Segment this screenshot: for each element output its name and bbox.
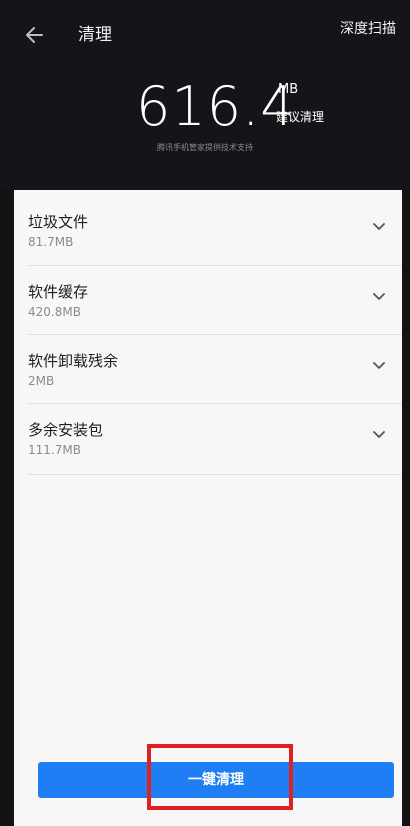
divider <box>28 474 402 475</box>
right-bezel <box>402 190 410 826</box>
page-title: 清理 <box>78 25 112 45</box>
suggest-clean-label: 建议清理 <box>276 110 325 124</box>
provider-credit: 腾讯手机管家提供技术支持 <box>157 143 253 152</box>
header: 清理 深度扫描 616.4 MB 建议清理 腾讯手机管家提供技术支持 <box>0 0 410 190</box>
chevron-down-icon[interactable] <box>372 430 386 440</box>
list-item-title: 多余安装包 <box>28 421 104 439</box>
junk-size-summary: 616.4 MB 建议清理 <box>0 76 410 146</box>
junk-list: 垃圾文件 81.7MB 软件缓存 420.8MB 软件卸载残余 2MB 多余安装… <box>14 190 402 826</box>
list-item-size: 111.7MB <box>28 443 81 457</box>
list-item-uninstall-residue[interactable]: 软件卸载残余 2MB <box>14 329 402 395</box>
list-item-extra-packages[interactable]: 多余安装包 111.7MB <box>14 398 402 464</box>
junk-size-unit: MB <box>278 82 299 97</box>
list-item-title: 软件卸载残余 <box>28 352 119 370</box>
list-item-app-cache[interactable]: 软件缓存 420.8MB <box>14 260 402 326</box>
list-item-junk-files[interactable]: 垃圾文件 81.7MB <box>14 190 402 256</box>
back-arrow-icon[interactable] <box>22 22 48 48</box>
list-item-size: 2MB <box>28 374 55 388</box>
left-bezel <box>0 190 14 826</box>
phone-screen: 清理 深度扫描 616.4 MB 建议清理 腾讯手机管家提供技术支持 垃圾文件 … <box>0 0 410 826</box>
list-item-title: 软件缓存 <box>28 283 89 301</box>
chevron-down-icon[interactable] <box>372 361 386 371</box>
list-item-title: 垃圾文件 <box>28 213 89 231</box>
list-item-size: 420.8MB <box>28 305 81 319</box>
junk-size-value: 616.4 <box>136 75 296 138</box>
highlight-annotation-box <box>147 744 293 810</box>
list-item-size: 81.7MB <box>28 235 74 249</box>
chevron-down-icon[interactable] <box>372 292 386 302</box>
deep-scan-button[interactable]: 深度扫描 <box>340 18 396 40</box>
chevron-down-icon[interactable] <box>372 222 386 232</box>
